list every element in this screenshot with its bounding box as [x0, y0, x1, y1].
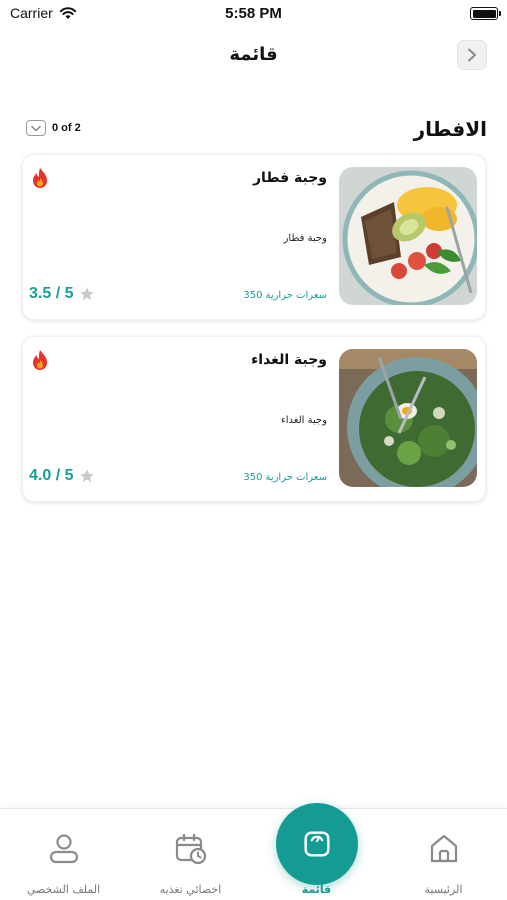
meal-name: وجبة الغداء: [251, 352, 327, 368]
fire-icon[interactable]: [31, 349, 49, 371]
meal-card-lunch[interactable]: وجبة الغداء وجبة الغداء 350 سعرات حرارية…: [22, 336, 486, 502]
meal-calories: 350 سعرات حرارية: [243, 290, 327, 301]
calories-unit: سعرات حرارية: [265, 472, 327, 483]
calendar-clock-icon: [175, 833, 206, 865]
meal-counter[interactable]: 0 of 2: [26, 120, 81, 136]
meal-rating: 4.0 / 5: [29, 467, 95, 485]
tab-menu-label: قائمة: [301, 883, 332, 896]
tab-nutritionist-label: اخصائي تغذيه: [159, 883, 222, 896]
tab-nutritionist[interactable]: اخصائي تغذيه: [127, 809, 254, 900]
tab-menu[interactable]: قائمة: [253, 803, 380, 900]
tab-home[interactable]: الرئيسية: [380, 809, 507, 900]
calories-unit: سعرات حرارية: [265, 290, 327, 301]
meal-image-lunch: [339, 349, 477, 487]
meal-image-breakfast: [339, 167, 477, 305]
meal-card-breakfast[interactable]: وجبة فطار وجبة فطار 350 سعرات حرارية 3.5…: [22, 154, 486, 320]
meal-name: وجبة فطار: [253, 170, 327, 186]
rating-value: 4.0 / 5: [29, 467, 74, 484]
section-title: الافطار: [413, 117, 487, 141]
meal-rating: 3.5 / 5: [29, 285, 95, 303]
calories-value: 350: [243, 290, 263, 301]
status-time: 5:58 PM: [225, 5, 282, 22]
status-bar: Carrier 5:58 PM: [0, 0, 507, 30]
tab-menu-active-indicator[interactable]: [275, 803, 358, 885]
meal-description: وجبة فطار: [283, 233, 327, 244]
back-button[interactable]: [457, 40, 487, 70]
scale-icon: [303, 831, 330, 857]
star-icon: [80, 287, 95, 300]
meal-calories: 350 سعرات حرارية: [243, 472, 327, 483]
header: قائمة: [0, 36, 507, 76]
tab-home-label: الرئيسية: [424, 883, 463, 896]
tab-bar: الملف الشخصي اخصائي تغذيه قائمة الرئيسية: [0, 803, 507, 900]
calories-value: 350: [243, 472, 263, 483]
tab-profile[interactable]: الملف الشخصي: [0, 809, 127, 900]
home-icon: [430, 834, 457, 863]
tab-profile-label: الملف الشخصي: [26, 883, 101, 896]
meal-description: وجبة الغداء: [281, 415, 327, 426]
counter-text: 0 of 2: [52, 122, 81, 134]
chevron-down-icon[interactable]: [26, 120, 46, 136]
battery-icon: [470, 7, 501, 20]
rating-value: 3.5 / 5: [29, 285, 74, 302]
star-icon: [80, 469, 95, 482]
page-title: قائمة: [229, 44, 278, 65]
fire-icon[interactable]: [31, 167, 49, 189]
chevron-right-icon: [468, 48, 476, 62]
person-icon: [49, 834, 78, 864]
